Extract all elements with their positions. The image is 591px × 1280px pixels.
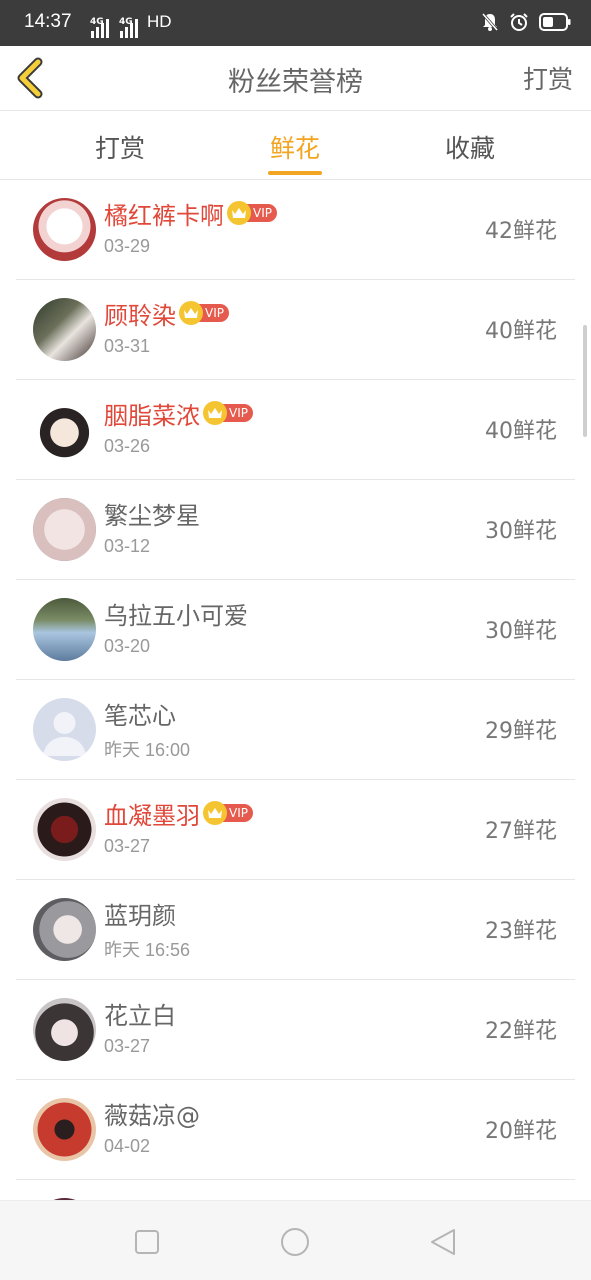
fan-name: 蓝玥颜 [104,901,176,930]
flower-count: 27鲜花 [485,819,557,844]
tab-active-indicator [268,171,322,175]
avatar[interactable] [33,798,96,861]
square-icon [135,1230,159,1254]
fan-row[interactable]: 蓝玥颜 昨天 16:56 23鲜花 [16,880,575,980]
system-nav-bar [0,1200,591,1280]
flower-count: 40鲜花 [485,419,557,444]
flower-count: 40鲜花 [485,319,557,344]
fan-row[interactable]: 笔芯心 昨天 16:00 29鲜花 [16,680,575,780]
fan-date: 03-12 [104,536,151,556]
fan-name: 繁尘梦星 [104,501,200,530]
avatar[interactable] [33,898,96,961]
avatar[interactable] [33,298,96,361]
fan-date: 04-02 [104,1136,151,1156]
fan-date: 03-27 [104,1036,151,1056]
avatar[interactable] [33,1098,96,1161]
fan-date: 03-29 [104,236,151,256]
vip-badge: VIP [203,401,253,425]
fan-date: 03-26 [104,436,151,456]
battery-icon [539,13,571,31]
signal-icon [120,18,138,38]
fan-row[interactable]: 顾聆染 VIP 03-31 40鲜花 [16,280,575,380]
fan-row[interactable]: 血凝墨羽 VIP 03-27 27鲜花 [16,780,575,880]
fan-date: 03-27 [104,836,151,856]
crown-icon [203,401,227,425]
home-button[interactable] [278,1225,312,1259]
flower-count: 30鲜花 [485,519,557,544]
fan-name: 花立白 [104,1001,176,1030]
circle-icon [281,1228,309,1256]
fan-row[interactable]: 繁尘梦星 03-12 30鲜花 [16,480,575,580]
fan-date: 昨天 16:56 [104,940,191,960]
fan-date: 03-31 [104,336,151,356]
crown-icon [203,801,227,825]
tab-bar: 打赏 鲜花 收藏 [0,110,591,180]
vip-badge: VIP [227,201,277,225]
crown-icon [179,301,203,325]
triangle-back-icon [431,1229,455,1255]
avatar[interactable] [33,398,96,461]
back-nav-button[interactable] [426,1225,460,1259]
tab-favorites[interactable]: 收藏 [445,129,495,165]
recent-apps-button[interactable] [130,1225,164,1259]
flower-count: 30鲜花 [485,619,557,644]
flower-count: 22鲜花 [485,1019,557,1044]
fan-name: 橘红裤卡啊 [104,201,224,230]
mute-icon [481,13,499,31]
fan-name: 薇菇凉@ [104,1101,200,1130]
fan-row[interactable]: 胭脂菜浓 VIP 03-26 40鲜花 [16,380,575,480]
fan-row[interactable]: 花立白 03-27 22鲜花 [16,980,575,1080]
hd-indicator: HD [147,12,172,31]
fan-name: 顾聆染 [104,301,176,330]
page-title: 粉丝荣誉榜 [228,67,363,98]
avatar[interactable] [33,198,96,261]
fan-name: 胭脂菜浓 [104,401,200,430]
header: 粉丝荣誉榜 打赏 [0,46,591,110]
status-time: 14:37 [24,11,72,32]
fan-name: 乌拉五小可爱 [104,601,248,630]
fan-date: 昨天 16:00 [104,740,191,760]
fan-date: 03-20 [104,636,151,656]
flower-count: 29鲜花 [485,719,557,744]
fan-name: 笔芯心 [104,701,176,730]
vip-badge: VIP [179,301,229,325]
tab-reward[interactable]: 打赏 [95,129,145,165]
fan-name: 血凝墨羽 [104,801,200,830]
avatar[interactable] [33,998,96,1061]
reward-button[interactable]: 打赏 [523,60,573,96]
fan-row[interactable]: 薇菇凉@ 04-02 20鲜花 [16,1080,575,1180]
signal-icon [91,18,109,38]
avatar[interactable] [33,498,96,561]
tab-flowers[interactable]: 鲜花 [270,129,320,165]
flower-count: 23鲜花 [485,919,557,944]
flower-count: 20鲜花 [485,1119,557,1144]
fan-row[interactable]: 乌拉五小可爱 03-20 30鲜花 [16,580,575,680]
default-avatar-icon[interactable] [33,698,96,761]
crown-icon [227,201,251,225]
avatar[interactable] [33,598,96,661]
alarm-icon [510,13,528,31]
fan-list: 橘红裤卡啊 VIP 03-29 42鲜花 顾聆染 VIP 03-31 40鲜花 [16,180,575,1280]
vip-badge: VIP [203,801,253,825]
flower-count: 42鲜花 [485,219,557,244]
fan-row[interactable]: 橘红裤卡啊 VIP 03-29 42鲜花 [16,180,575,280]
scrollbar[interactable] [583,325,587,437]
status-bar: 14:37 4G 4G HD [0,0,591,46]
